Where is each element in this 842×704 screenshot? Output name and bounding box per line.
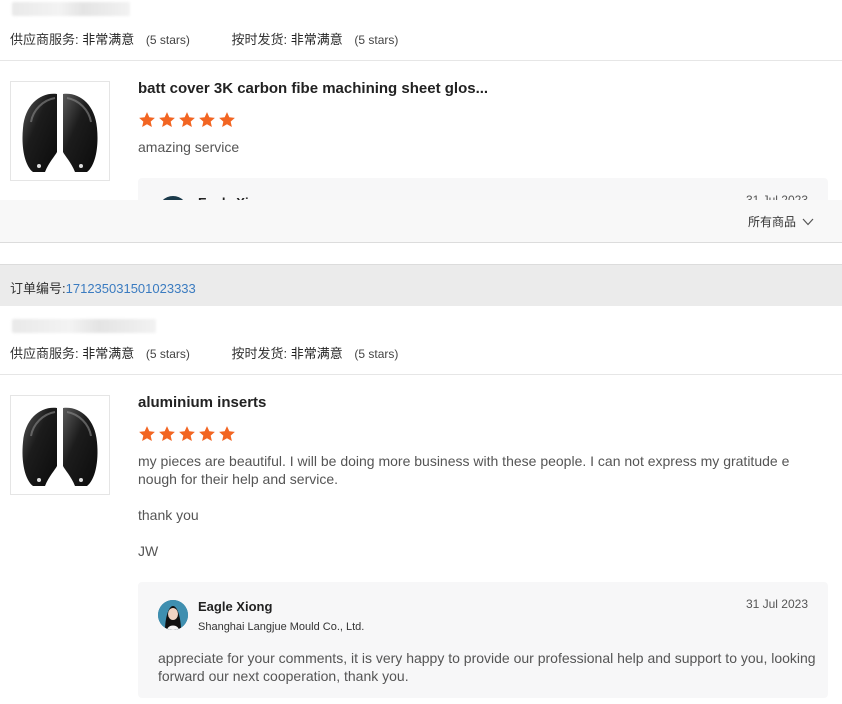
on-time-value: 非常满意: [290, 32, 343, 47]
person-photo-icon: [158, 600, 188, 630]
review-paragraph: amazing service: [138, 139, 240, 155]
carbon-cover-icon: [22, 93, 98, 172]
supplier-service-label: 供应商服务:: [10, 32, 79, 47]
supplier-service-value: 非常满意: [82, 346, 135, 361]
star-icon: [179, 112, 195, 128]
on-time-stars: (5 stars): [354, 33, 399, 47]
order-number-link[interactable]: 171235031501023333: [66, 281, 196, 296]
divider: [0, 60, 842, 61]
product-image[interactable]: [10, 81, 110, 181]
star-icon: [219, 112, 235, 128]
reply-date: 31 Jul 2023: [745, 597, 808, 611]
carbon-cover-icon: [22, 407, 98, 486]
buyer-name-blurred: [12, 2, 130, 16]
avatar: [158, 600, 188, 630]
review-paragraph: JW: [138, 543, 159, 559]
collapse-bar: 所有商品: [0, 200, 842, 243]
supplier-service-stars: (5 stars): [145, 347, 190, 361]
star-icon: [199, 112, 215, 128]
on-time-stars: (5 stars): [354, 347, 399, 361]
order-number-row: 订单编号:171235031501023333: [10, 278, 196, 297]
rating-summary-row: 供应商服务: 非常满意 (5 stars) 按时发货: 非常满意 (5 star…: [10, 343, 398, 362]
reply-author-company: Shanghai Langjue Mould Co., Ltd.: [198, 621, 365, 633]
reply-author-name: Eagle Xiong: [198, 599, 273, 614]
on-time-label: 按时发货:: [231, 32, 288, 47]
star-icon: [159, 112, 175, 128]
on-time-label: 按时发货:: [231, 346, 288, 361]
star-icon: [179, 426, 195, 442]
order-header: 订单编号:171235031501023333: [0, 264, 842, 306]
star-rating: [138, 111, 236, 129]
buyer-name-blurred: [12, 319, 156, 333]
star-icon: [219, 426, 235, 442]
supplier-service-stars: (5 stars): [145, 33, 190, 47]
star-icon: [159, 426, 175, 442]
supplier-service-rating: 供应商服务: 非常满意 (5 stars): [10, 343, 190, 362]
order-number-label: 订单编号:: [10, 281, 66, 296]
review-paragraph: thank you: [138, 507, 199, 523]
all-products-toggle[interactable]: 所有商品: [748, 213, 814, 230]
supplier-service-value: 非常满意: [82, 32, 135, 47]
on-time-value: 非常满意: [290, 346, 343, 361]
review-paragraph: my pieces are beautiful. I will be doing…: [138, 453, 790, 487]
star-icon: [199, 426, 215, 442]
on-time-shipping-rating: 按时发货: 非常满意 (5 stars): [232, 343, 399, 362]
product-image[interactable]: [10, 395, 110, 495]
product-title[interactable]: batt cover 3K carbon fibe machining shee…: [138, 80, 488, 97]
star-icon: [139, 426, 155, 442]
all-products-label: 所有商品: [747, 215, 796, 229]
review-text: my pieces are beautiful. I will be doing…: [138, 452, 798, 560]
supplier-service-label: 供应商服务:: [10, 346, 79, 361]
supplier-service-rating: 供应商服务: 非常满意 (5 stars): [10, 29, 190, 48]
review-text: amazing service: [138, 138, 798, 156]
star-icon: [139, 112, 155, 128]
divider: [0, 374, 842, 375]
reply-text: appreciate for your comments, it is very…: [158, 650, 816, 684]
rating-summary-row: 供应商服务: 非常满意 (5 stars) 按时发货: 非常满意 (5 star…: [10, 29, 398, 48]
seller-reply: Eagle Xiong Shanghai Langjue Mould Co., …: [138, 582, 828, 698]
chevron-down-icon: [802, 218, 814, 225]
on-time-shipping-rating: 按时发货: 非常满意 (5 stars): [232, 29, 399, 48]
star-rating: [138, 425, 236, 443]
product-title[interactable]: aluminium inserts: [138, 394, 266, 411]
